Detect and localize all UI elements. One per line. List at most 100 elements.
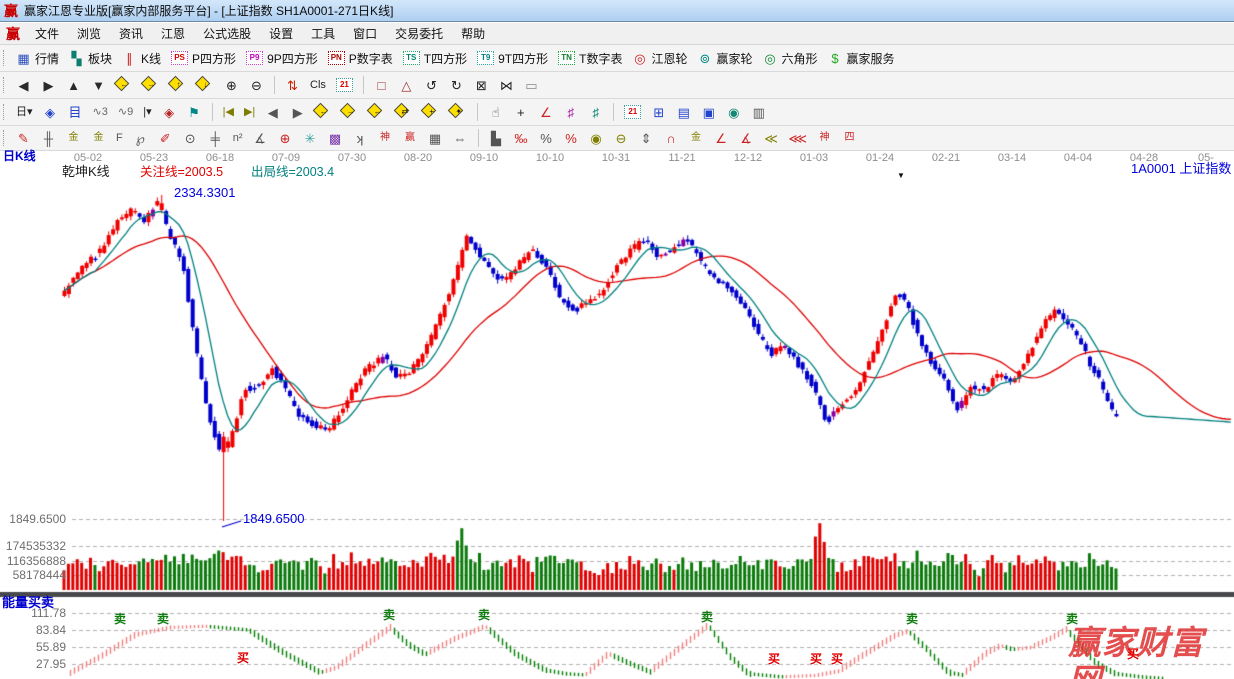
notes-icon[interactable]: 目 <box>65 104 86 121</box>
tick-ruler-icon[interactable]: ╫ <box>38 130 59 147</box>
calendar-icon[interactable]: 21 <box>621 103 644 121</box>
updown-band-icon[interactable]: ⇕ <box>636 130 657 147</box>
main-chart-canvas[interactable] <box>0 166 1234 679</box>
sectors-button[interactable]: ▚板块 <box>66 48 115 69</box>
maximize-pane-icon[interactable]: ⊠ <box>471 77 492 94</box>
pen-tool-icon[interactable]: ✎ <box>13 130 34 147</box>
spiral-icon[interactable]: ℘ <box>130 130 151 147</box>
wave-3-icon[interactable]: ∿3 <box>90 105 111 120</box>
last-bar-icon[interactable]: ▶| <box>241 105 258 120</box>
chanlun-red-icon[interactable]: ◈ <box>159 104 180 121</box>
chanlun-blue-icon[interactable]: ◈ <box>40 104 61 121</box>
shift-down-icon[interactable]: ↓ <box>194 75 217 96</box>
winner-wheel-button[interactable]: ⊚赢家轮 <box>694 48 755 69</box>
prev-bar-icon[interactable]: ◀ <box>262 104 283 121</box>
first-bar-icon[interactable]: |◀ <box>220 105 237 120</box>
angle-mirror-icon[interactable]: ∡ <box>250 130 271 147</box>
menu-item-gann[interactable]: 江恩 <box>152 23 194 44</box>
shen-angle-icon[interactable]: 神 <box>814 131 835 145</box>
gold-line-icon[interactable]: ⊖ <box>611 130 632 147</box>
stats-icon[interactable]: ▙ <box>486 130 507 147</box>
gann-wheel-button[interactable]: ◎江恩轮 <box>629 48 690 69</box>
marker-pen-icon[interactable]: ✐ <box>155 130 176 147</box>
title-bar[interactable]: 赢 赢家江恩专业版[赢家内部服务平台] - [上证指数 SH1A0001-271… <box>0 0 1234 22</box>
nine-t-square-button[interactable]: T99T四方形 <box>474 48 551 69</box>
notepad-icon[interactable]: ▤ <box>673 104 694 121</box>
angle-set-icon[interactable]: ∡ <box>736 130 757 147</box>
hexagon-button[interactable]: ◎六角形 <box>760 48 821 69</box>
quotes-button[interactable]: ▦行情 <box>13 48 62 69</box>
gann-purple-icon[interactable]: ♯ <box>560 104 581 121</box>
multi-fan-icon[interactable]: ⋘ <box>786 130 811 147</box>
gold-ratio2-icon[interactable]: 金 <box>88 131 109 145</box>
ying-grid-icon[interactable]: 赢 <box>400 131 421 145</box>
rotate-right-icon[interactable]: ↻ <box>446 77 467 94</box>
t-digit-table-button[interactable]: TNT数字表 <box>555 48 625 69</box>
winner-service-button[interactable]: $赢家服务 <box>825 48 898 69</box>
compress-bars-icon[interactable]: ⇄ <box>393 102 416 123</box>
menu-item-help[interactable]: 帮助 <box>452 23 494 44</box>
page-up-icon[interactable]: ▲ <box>63 77 84 94</box>
nine-p-square-button[interactable]: P99P四方形 <box>243 48 321 69</box>
menu-item-window[interactable]: 窗口 <box>344 23 386 44</box>
crosshair-icon[interactable]: + <box>510 104 531 121</box>
menu-item-trade-order[interactable]: 交易委托 <box>386 23 452 44</box>
n-square-icon[interactable]: n² <box>230 131 246 146</box>
angle-measure-icon[interactable]: ∠ <box>535 104 556 121</box>
p-square-button[interactable]: PSP四方形 <box>168 48 239 69</box>
arc-tool-icon[interactable]: ∩ <box>661 130 682 147</box>
period-day-button[interactable]: 日▾ <box>13 105 36 120</box>
percent-icon[interactable]: % <box>536 130 557 147</box>
pan-right-icon[interactable]: → <box>339 102 362 123</box>
menu-item-browse[interactable]: 浏览 <box>68 23 110 44</box>
shift-left-icon[interactable]: ← <box>113 75 136 96</box>
print-icon[interactable]: ▥ <box>748 104 769 121</box>
restore-pane-icon[interactable]: ⋈ <box>496 77 517 94</box>
permille-icon[interactable]: ‰ <box>511 130 532 147</box>
t-square-button[interactable]: TST四方形 <box>400 48 470 69</box>
k-notation-icon[interactable]: ʞ <box>350 130 371 147</box>
gann-web-icon[interactable]: ✳ <box>300 130 321 147</box>
p-digit-table-button[interactable]: PNP数字表 <box>325 48 396 69</box>
wave-9-icon[interactable]: ∿9 <box>115 105 136 120</box>
number-grid-icon[interactable]: ▦ <box>425 130 446 147</box>
kline-button[interactable]: ∥K线 <box>119 48 164 69</box>
cls-button[interactable]: Cls <box>307 78 329 93</box>
gold-angle-icon[interactable]: 金 <box>686 131 707 145</box>
menu-item-news[interactable]: 资讯 <box>110 23 152 44</box>
shen-grid-icon[interactable]: 神 <box>375 131 396 145</box>
clear-screen-icon[interactable]: ▭ <box>521 77 542 94</box>
time-cycle-icon[interactable]: ⊙ <box>180 130 201 147</box>
gann-teal-icon[interactable]: ♯ <box>585 104 606 121</box>
web-sync-icon[interactable]: ◉ <box>723 104 744 121</box>
shift-up-icon[interactable]: ↑ <box>167 75 190 96</box>
rect-tool-icon[interactable]: □ <box>371 77 392 94</box>
expand-bars-icon[interactable]: + <box>420 102 443 123</box>
gold-ratio-icon[interactable]: 金 <box>63 131 84 145</box>
hand-tool-icon[interactable]: ☝ <box>485 104 506 121</box>
page-right-icon[interactable]: ▶ <box>38 77 59 94</box>
pan-left-icon[interactable]: ← <box>312 102 335 123</box>
target-circle-icon[interactable]: ⊕ <box>275 130 296 147</box>
calculator-icon[interactable]: ⊞ <box>648 104 669 121</box>
zoom-out-icon[interactable]: ⊖ <box>246 77 267 94</box>
menu-item-settings[interactable]: 设置 <box>260 23 302 44</box>
save-icon[interactable]: ▣ <box>698 104 719 121</box>
gann-grid-icon[interactable]: ▩ <box>325 130 346 147</box>
signal-flag-icon[interactable]: ⚑ <box>184 104 205 121</box>
percent-line-icon[interactable]: % <box>561 130 582 147</box>
calendar-21-icon[interactable]: 21 <box>333 76 356 94</box>
triangle-tool-icon[interactable]: △ <box>396 77 417 94</box>
gold-circle-icon[interactable]: ◉ <box>586 130 607 147</box>
menu-item-file[interactable]: 文件 <box>26 23 68 44</box>
scale-updown-icon[interactable]: ⇅ <box>282 77 303 94</box>
pan-both-icon[interactable]: ↔ <box>366 102 389 123</box>
menu-item-tools[interactable]: 工具 <box>302 23 344 44</box>
page-down-icon[interactable]: ▼ <box>88 77 109 94</box>
j-angle-icon[interactable]: ∠ <box>711 130 732 147</box>
page-left-icon[interactable]: ◀ <box>13 77 34 94</box>
four-angle-icon[interactable]: 四 <box>839 131 860 145</box>
fibo-icon[interactable]: F <box>113 131 126 146</box>
next-bar-icon[interactable]: ▶ <box>287 104 308 121</box>
zoom-in-icon[interactable]: ⊕ <box>221 77 242 94</box>
